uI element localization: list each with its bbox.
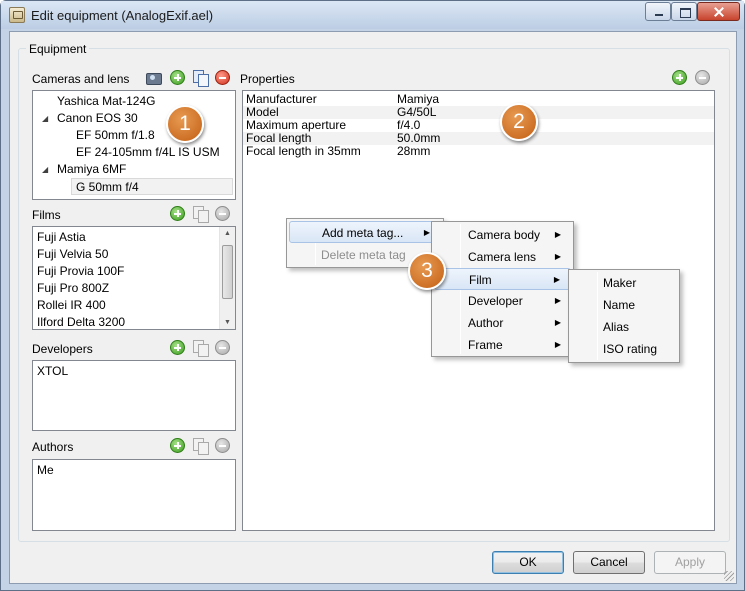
tree-item-selected[interactable]: G 50mm f/4 [71, 178, 233, 195]
films-list[interactable]: Fuji Astia Fuji Velvia 50 Fuji Provia 10… [32, 226, 236, 330]
list-item[interactable]: XTOL [37, 363, 235, 380]
tree-item[interactable]: EF 24-105mm f/4L IS USM [33, 144, 235, 161]
list-item[interactable]: Rollei IR 400 [37, 297, 235, 314]
app-icon [9, 7, 25, 23]
list-item[interactable]: Ilford Delta 3200 [37, 314, 235, 331]
tree-item[interactable]: EF 50mm f/1.8 [33, 127, 235, 144]
films-label: Films [32, 208, 61, 222]
maximize-button[interactable] [671, 2, 697, 21]
property-row[interactable]: Maximum aperture f/4.0 [243, 119, 714, 132]
film-submenu: Maker Name Alias ISO rating [568, 269, 680, 363]
resize-grip[interactable] [724, 571, 734, 581]
menu-item-camera-body[interactable]: Camera body ▶ [434, 224, 571, 246]
minimize-button[interactable] [645, 2, 671, 21]
films-scrollbar[interactable]: ▲ ▼ [219, 227, 235, 329]
menu-item-maker[interactable]: Maker [571, 272, 677, 294]
menu-item-developer[interactable]: Developer ▶ [434, 290, 571, 312]
menu-item-name[interactable]: Name [571, 294, 677, 316]
copy-developer-icon [193, 340, 209, 357]
delete-developer-icon [215, 340, 230, 355]
menu-item-film[interactable]: Film ▶ [434, 268, 571, 290]
add-film-icon[interactable] [170, 206, 185, 221]
properties-label: Properties [240, 72, 295, 86]
callout-badge-3: 3 [408, 252, 446, 290]
list-item[interactable]: Fuji Pro 800Z [37, 280, 235, 297]
submenu-arrow-icon: ▶ [554, 252, 561, 261]
delete-author-icon [215, 438, 230, 453]
add-developer-icon[interactable] [170, 340, 185, 355]
expand-triangle-icon[interactable]: ◢ [42, 110, 48, 127]
meta-tag-submenu: Camera body ▶ Camera lens ▶ Film ▶ Devel… [431, 221, 574, 357]
copy-author-icon [193, 438, 209, 455]
scroll-down-icon[interactable]: ▼ [224, 319, 231, 326]
add-lens-icon[interactable] [170, 70, 185, 85]
authors-label: Authors [32, 440, 74, 454]
cameras-tree[interactable]: Yashica Mat-124G ◢ Canon EOS 30 EF 50mm … [32, 90, 236, 200]
copy-icon[interactable] [193, 70, 209, 87]
list-item[interactable]: Fuji Velvia 50 [37, 246, 235, 263]
submenu-arrow-icon: ▶ [554, 230, 561, 239]
cancel-button[interactable]: Cancel [573, 551, 645, 574]
developers-label: Developers [32, 342, 93, 356]
authors-list[interactable]: Me [32, 459, 236, 531]
scroll-up-icon[interactable]: ▲ [224, 230, 231, 237]
cameras-label: Cameras and lens [32, 72, 130, 86]
submenu-arrow-icon: ▶ [423, 228, 430, 237]
tree-item[interactable]: ◢ Mamiya 6MF [33, 161, 235, 178]
window-title: Edit equipment (AnalogExif.ael) [31, 8, 214, 23]
scroll-thumb[interactable] [222, 245, 233, 299]
menu-item-frame[interactable]: Frame ▶ [434, 334, 571, 356]
tree-item[interactable]: ◢ Canon EOS 30 [33, 110, 235, 127]
callout-badge-1: 1 [166, 105, 204, 143]
submenu-arrow-icon: ▶ [554, 296, 561, 305]
delete-icon[interactable] [215, 70, 230, 85]
submenu-arrow-icon: ▶ [554, 318, 561, 327]
add-camera-icon[interactable] [146, 70, 163, 85]
ok-button[interactable]: OK [492, 551, 564, 574]
menu-item-author[interactable]: Author ▶ [434, 312, 571, 334]
menu-item-camera-lens[interactable]: Camera lens ▶ [434, 246, 571, 268]
remove-property-icon [695, 70, 710, 85]
copy-film-icon [193, 206, 209, 223]
add-meta-tag-item[interactable]: Add meta tag... ▶ [289, 221, 441, 243]
developers-list[interactable]: XTOL [32, 360, 236, 431]
add-property-icon[interactable] [672, 70, 687, 85]
property-row[interactable]: Manufacturer Mamiya [243, 93, 714, 107]
callout-badge-2: 2 [500, 103, 538, 141]
list-item[interactable]: Me [37, 462, 235, 479]
close-button[interactable] [697, 2, 740, 21]
delete-film-icon [215, 206, 230, 221]
property-row[interactable]: Focal length in 35mm 28mm [243, 145, 714, 158]
list-item[interactable]: Fuji Provia 100F [37, 263, 235, 280]
menu-item-alias[interactable]: Alias [571, 316, 677, 338]
tree-item[interactable]: Yashica Mat-124G [33, 93, 235, 110]
edit-equipment-dialog: Edit equipment (AnalogExif.ael) Equipmen… [0, 0, 745, 591]
apply-button: Apply [654, 551, 726, 574]
submenu-arrow-icon: ▶ [553, 275, 560, 284]
title-bar[interactable]: Edit equipment (AnalogExif.ael) [1, 1, 744, 29]
menu-item-iso-rating[interactable]: ISO rating [571, 338, 677, 360]
list-item[interactable]: Fuji Astia [37, 229, 235, 246]
equipment-group-title: Equipment [26, 42, 90, 56]
submenu-arrow-icon: ▶ [554, 340, 561, 349]
add-author-icon[interactable] [170, 438, 185, 453]
expand-triangle-icon[interactable]: ◢ [42, 161, 48, 178]
